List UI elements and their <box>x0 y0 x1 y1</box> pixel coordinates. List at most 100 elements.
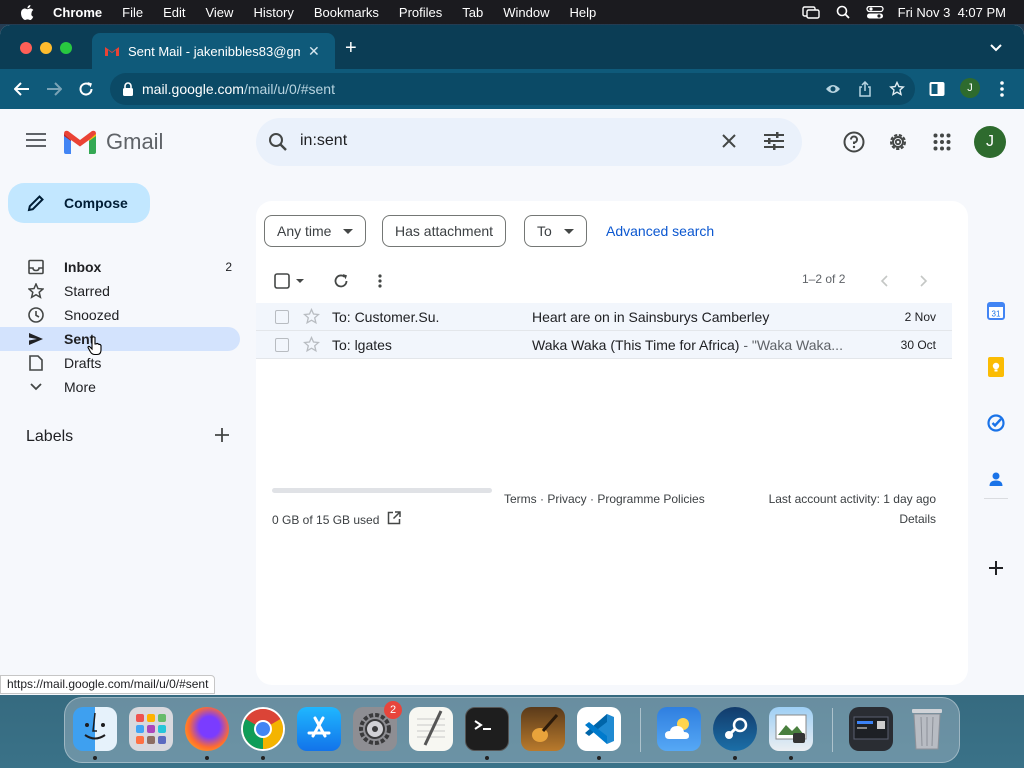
star-icon[interactable] <box>303 336 320 353</box>
clock-icon <box>28 307 44 323</box>
close-tab-icon[interactable]: ✕ <box>308 43 320 60</box>
next-page-icon[interactable] <box>920 271 928 291</box>
compose-button[interactable]: Compose <box>8 183 150 223</box>
row-checkbox[interactable] <box>275 310 289 324</box>
chrome-profile-avatar[interactable]: J <box>960 78 980 98</box>
menu-view[interactable]: View <box>205 5 233 20</box>
details-link[interactable]: Details <box>899 512 936 526</box>
dock-textedit-icon[interactable] <box>409 707 453 751</box>
keep-icon[interactable] <box>986 357 1006 377</box>
table-row[interactable]: To: lgates Waka Waka (This Time for Afri… <box>256 331 952 359</box>
row-checkbox[interactable] <box>275 338 289 352</box>
help-icon[interactable] <box>842 130 866 154</box>
to-filter-chip[interactable]: To <box>524 215 587 247</box>
create-label-plus-icon[interactable] <box>214 427 230 448</box>
open-external-icon[interactable] <box>387 511 401 525</box>
nav-item-more[interactable]: More <box>0 375 240 399</box>
minimize-window-button[interactable] <box>40 42 52 54</box>
menu-edit[interactable]: Edit <box>163 5 185 20</box>
close-window-button[interactable] <box>20 42 32 54</box>
dock-trash-icon[interactable] <box>905 707 949 751</box>
dock-chrome-icon[interactable] <box>241 707 285 751</box>
chevron-down-icon <box>28 379 44 395</box>
reload-button[interactable] <box>76 79 96 99</box>
refresh-icon[interactable] <box>333 271 349 291</box>
lens-eye-icon[interactable] <box>825 81 841 97</box>
calendar-icon[interactable]: 31 <box>986 301 1006 321</box>
side-panel-icon[interactable] <box>927 79 947 99</box>
bookmark-star-icon[interactable] <box>889 81 905 97</box>
has-attachment-filter-chip[interactable]: Has attachment <box>382 215 507 247</box>
spotlight-search-icon[interactable] <box>834 5 852 19</box>
search-options-icon[interactable] <box>763 131 785 156</box>
gmail-logo-text[interactable]: Gmail <box>106 129 163 155</box>
email-recipient: To: Customer.Su. <box>332 309 440 325</box>
menu-clock[interactable]: Fri Nov 3 4:07 PM <box>898 5 1006 20</box>
to-filter-label: To <box>537 223 552 239</box>
dock-preview-icon[interactable] <box>769 707 813 751</box>
forward-button[interactable] <box>44 79 64 99</box>
browser-tab-active[interactable]: Sent Mail - jakenibbles83@gmail.com - Gm… <box>92 33 335 69</box>
dock-steam-icon[interactable] <box>713 707 757 751</box>
control-center-icon[interactable] <box>865 5 884 19</box>
email-subject: Waka Waka (This Time for Africa) - "Waka… <box>532 337 848 353</box>
dock-screenshot-icon[interactable] <box>849 707 893 751</box>
previous-page-icon[interactable] <box>880 271 888 291</box>
menu-tab[interactable]: Tab <box>462 5 483 20</box>
footer-links[interactable]: Terms · Privacy · Programme Policies <box>504 492 705 506</box>
nav-item-sent[interactable]: Sent <box>0 327 240 351</box>
storage-usage-bar <box>272 488 492 493</box>
dock-finder-icon[interactable] <box>73 707 117 751</box>
clear-search-icon[interactable] <box>719 131 739 156</box>
dock-weather-icon[interactable] <box>657 707 701 751</box>
any-time-filter-chip[interactable]: Any time <box>264 215 367 247</box>
side-panel-apps: 31 <box>968 193 1024 695</box>
dock-launchpad-icon[interactable] <box>129 707 173 751</box>
menu-help[interactable]: Help <box>570 5 597 20</box>
chrome-menu-icon[interactable] <box>992 79 1012 99</box>
share-icon[interactable] <box>857 81 873 97</box>
tab-search-chevron-icon[interactable] <box>990 39 1002 57</box>
email-subject: Heart are on in Sainsburys Camberley <box>532 309 848 325</box>
menu-history[interactable]: History <box>253 5 293 20</box>
pagination-range: 1–2 of 2 <box>802 272 846 286</box>
settings-gear-icon[interactable] <box>886 130 910 154</box>
dock-app-store-icon[interactable] <box>297 707 341 751</box>
tasks-icon[interactable] <box>986 413 1006 433</box>
menu-app-chrome[interactable]: Chrome <box>53 5 102 20</box>
more-options-icon[interactable] <box>378 271 382 291</box>
screen-mirroring-icon[interactable] <box>801 5 820 19</box>
dock-garageband-icon[interactable] <box>521 707 565 751</box>
zoom-window-button[interactable] <box>60 42 72 54</box>
search-icon[interactable] <box>268 132 288 157</box>
dock-vscode-icon[interactable] <box>577 707 621 751</box>
gmail-logo-icon[interactable] <box>64 130 96 154</box>
nav-item-inbox[interactable]: Inbox 2 <box>0 255 240 279</box>
back-button[interactable] <box>12 79 32 99</box>
google-apps-icon[interactable] <box>930 130 954 154</box>
account-avatar[interactable]: J <box>974 126 1006 158</box>
menu-profiles[interactable]: Profiles <box>399 5 442 20</box>
nav-item-drafts[interactable]: Drafts <box>0 351 240 375</box>
nav-item-snoozed[interactable]: Snoozed <box>0 303 240 327</box>
search-input[interactable]: in:sent <box>300 132 347 150</box>
dock-firefox-icon[interactable] <box>185 707 229 751</box>
get-add-ons-plus-icon[interactable] <box>986 558 1006 578</box>
select-all-checkbox[interactable] <box>274 271 304 291</box>
table-row[interactable]: To: Customer.Su. Heart are on in Sainsbu… <box>256 303 952 331</box>
contacts-icon[interactable] <box>986 469 1006 489</box>
lock-icon[interactable] <box>122 82 134 96</box>
main-menu-icon[interactable] <box>26 133 46 147</box>
dock-terminal-icon[interactable] <box>465 707 509 751</box>
apple-menu-icon[interactable] <box>18 4 36 20</box>
address-bar[interactable]: mail.google.com/mail/u/0/#sent <box>110 73 915 105</box>
new-tab-button[interactable]: + <box>345 38 357 58</box>
menu-bookmarks[interactable]: Bookmarks <box>314 5 379 20</box>
advanced-search-link[interactable]: Advanced search <box>606 223 714 239</box>
menu-window[interactable]: Window <box>503 5 549 20</box>
mail-search-bar[interactable]: in:sent <box>256 118 802 166</box>
menu-file[interactable]: File <box>122 5 143 20</box>
nav-item-starred[interactable]: Starred <box>0 279 240 303</box>
star-icon[interactable] <box>303 308 320 325</box>
side-panel-divider <box>984 498 1008 499</box>
